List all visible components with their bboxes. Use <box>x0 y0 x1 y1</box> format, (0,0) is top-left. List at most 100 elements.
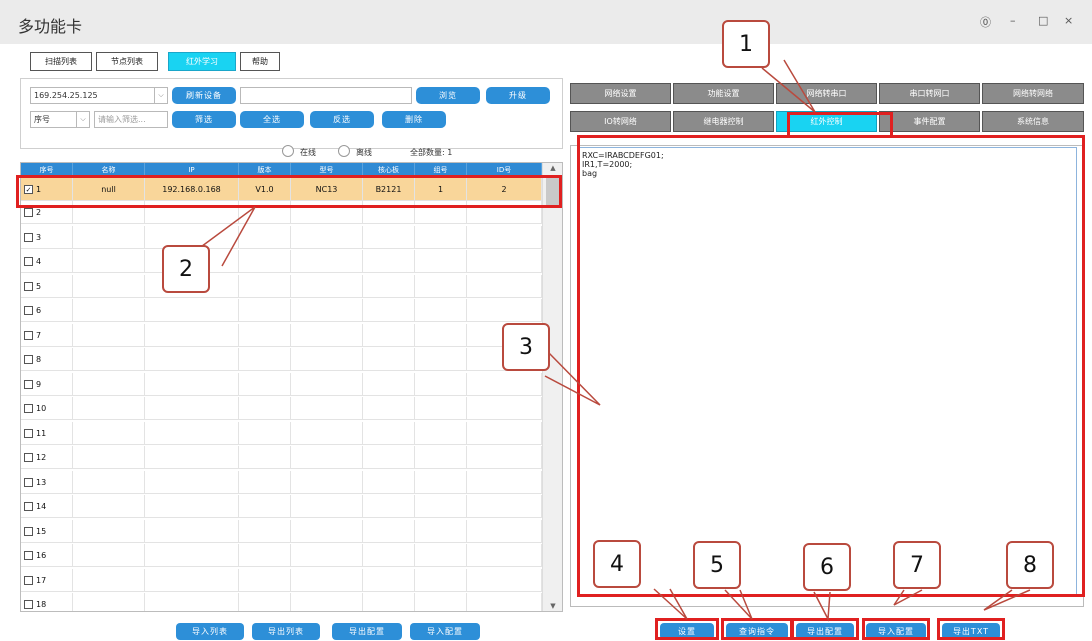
browse-button[interactable]: 浏览 <box>416 87 480 104</box>
tab-help[interactable]: 帮助 <box>240 52 280 71</box>
table-cell <box>363 544 415 567</box>
table-cell <box>145 323 239 347</box>
table-row[interactable]: 3 <box>21 225 542 249</box>
row-index: 10 <box>36 404 47 413</box>
row-checkbox[interactable] <box>24 502 33 511</box>
tab-scan-list[interactable]: 扫描列表 <box>30 52 92 71</box>
table-cell <box>467 225 542 249</box>
row-checkbox[interactable] <box>24 575 33 585</box>
tab-system-info[interactable]: 系统信息 <box>982 111 1084 132</box>
table-row[interactable]: 16 <box>21 544 542 567</box>
row-index: 15 <box>36 526 47 536</box>
row-checkbox[interactable] <box>24 232 33 242</box>
upgrade-button[interactable]: 升级 <box>486 87 550 104</box>
row-checkbox[interactable] <box>24 600 33 609</box>
tab-function-settings[interactable]: 功能设置 <box>673 83 774 104</box>
tab-relay-control[interactable]: 继电器控制 <box>673 111 774 132</box>
row-checkbox[interactable] <box>24 551 33 560</box>
table-row[interactable]: 15 <box>21 519 542 543</box>
row-checkbox[interactable] <box>24 355 33 364</box>
row-index: 4 <box>36 257 42 266</box>
row-checkbox[interactable] <box>24 306 33 315</box>
table-row[interactable]: 6 <box>21 299 542 322</box>
tab-net-to-serial[interactable]: 网络转串口 <box>776 83 877 104</box>
row-checkbox[interactable] <box>24 477 33 487</box>
row-checkbox[interactable] <box>24 379 33 389</box>
table-row[interactable]: 17 <box>21 568 542 592</box>
tab-node-list[interactable]: 节点列表 <box>96 52 158 71</box>
table-cell <box>415 519 467 543</box>
table-cell <box>415 544 467 567</box>
highlight-query-button <box>721 618 793 640</box>
tab-io-to-net[interactable]: IO转网络 <box>570 111 671 132</box>
table-cell <box>239 299 291 322</box>
callout-8: 8 <box>1006 541 1054 589</box>
row-checkbox[interactable] <box>24 526 33 536</box>
row-checkbox[interactable] <box>24 208 33 217</box>
table-row[interactable]: 8 <box>21 348 542 371</box>
table-cell <box>291 446 363 469</box>
table-row[interactable]: 9 <box>21 372 542 396</box>
table-cell <box>73 348 145 371</box>
scroll-up-icon[interactable]: ▲ <box>543 164 562 172</box>
callout-5: 5 <box>693 541 741 589</box>
export-config-button-left[interactable]: 导出配置 <box>332 623 402 640</box>
import-list-button[interactable]: 导入列表 <box>176 623 244 640</box>
table-row[interactable]: 12 <box>21 446 542 469</box>
table-row[interactable]: 4 <box>21 250 542 273</box>
delete-button[interactable]: 删除 <box>382 111 446 128</box>
select-all-button[interactable]: 全选 <box>240 111 304 128</box>
maximize-button[interactable]: □ <box>1038 14 1048 27</box>
row-index-cell: 5 <box>21 274 73 298</box>
offline-radio[interactable] <box>338 145 350 157</box>
table-row[interactable]: 13 <box>21 470 542 494</box>
row-index: 3 <box>36 232 42 242</box>
sort-select[interactable]: 序号 ⌵ <box>30 111 90 128</box>
table-row[interactable]: 7 <box>21 323 542 347</box>
help-icon[interactable]: ⓪ <box>980 14 991 30</box>
scroll-down-icon[interactable]: ▼ <box>543 602 562 610</box>
callout-1: 1 <box>722 20 770 68</box>
table-row[interactable]: 18 <box>21 593 542 611</box>
filter-input[interactable]: 请输入筛选... <box>94 111 168 128</box>
row-index: 7 <box>36 330 42 340</box>
table-cell <box>239 568 291 592</box>
tab-ir-learning[interactable]: 红外学习 <box>168 52 236 71</box>
minimize-button[interactable]: – <box>1010 14 1016 27</box>
row-checkbox[interactable] <box>24 404 33 413</box>
row-checkbox[interactable] <box>24 428 33 438</box>
export-list-button[interactable]: 导出列表 <box>252 623 320 640</box>
filter-button[interactable]: 筛选 <box>172 111 236 128</box>
import-config-button-left[interactable]: 导入配置 <box>410 623 480 640</box>
row-index-cell: 12 <box>21 446 73 469</box>
table-row[interactable]: 14 <box>21 495 542 518</box>
ip-select[interactable]: 169.254.25.125 ⌵ <box>30 87 168 104</box>
table-cell <box>415 372 467 396</box>
table-cell <box>239 372 291 396</box>
table-cell <box>73 397 145 420</box>
table-cell <box>145 593 239 611</box>
online-radio[interactable] <box>282 145 294 157</box>
row-checkbox[interactable] <box>24 281 33 291</box>
file-path-input[interactable] <box>240 87 412 104</box>
refresh-device-button[interactable]: 刷新设备 <box>172 87 236 104</box>
callout-3: 3 <box>502 323 550 371</box>
callout-2: 2 <box>162 245 210 293</box>
chevron-down-icon[interactable]: ⌵ <box>76 112 89 127</box>
table-row[interactable]: 11 <box>21 421 542 445</box>
close-button[interactable]: × <box>1064 14 1073 27</box>
tab-net-to-net[interactable]: 网络转网络 <box>982 83 1084 104</box>
tab-serial-to-net[interactable]: 串口转网口 <box>879 83 980 104</box>
table-row[interactable]: 10 <box>21 397 542 420</box>
tab-network-settings[interactable]: 网络设置 <box>570 83 671 104</box>
row-index-cell: 9 <box>21 372 73 396</box>
table-scrollbar[interactable]: ▲ ▼ <box>542 163 562 611</box>
row-checkbox[interactable] <box>24 453 33 462</box>
table-cell <box>73 225 145 249</box>
table-row[interactable]: 5 <box>21 274 542 298</box>
tab-event-config[interactable]: 事件配置 <box>879 111 980 132</box>
chevron-down-icon[interactable]: ⌵ <box>154 88 167 103</box>
invert-selection-button[interactable]: 反选 <box>310 111 374 128</box>
row-checkbox[interactable] <box>24 257 33 266</box>
row-checkbox[interactable] <box>24 330 33 340</box>
